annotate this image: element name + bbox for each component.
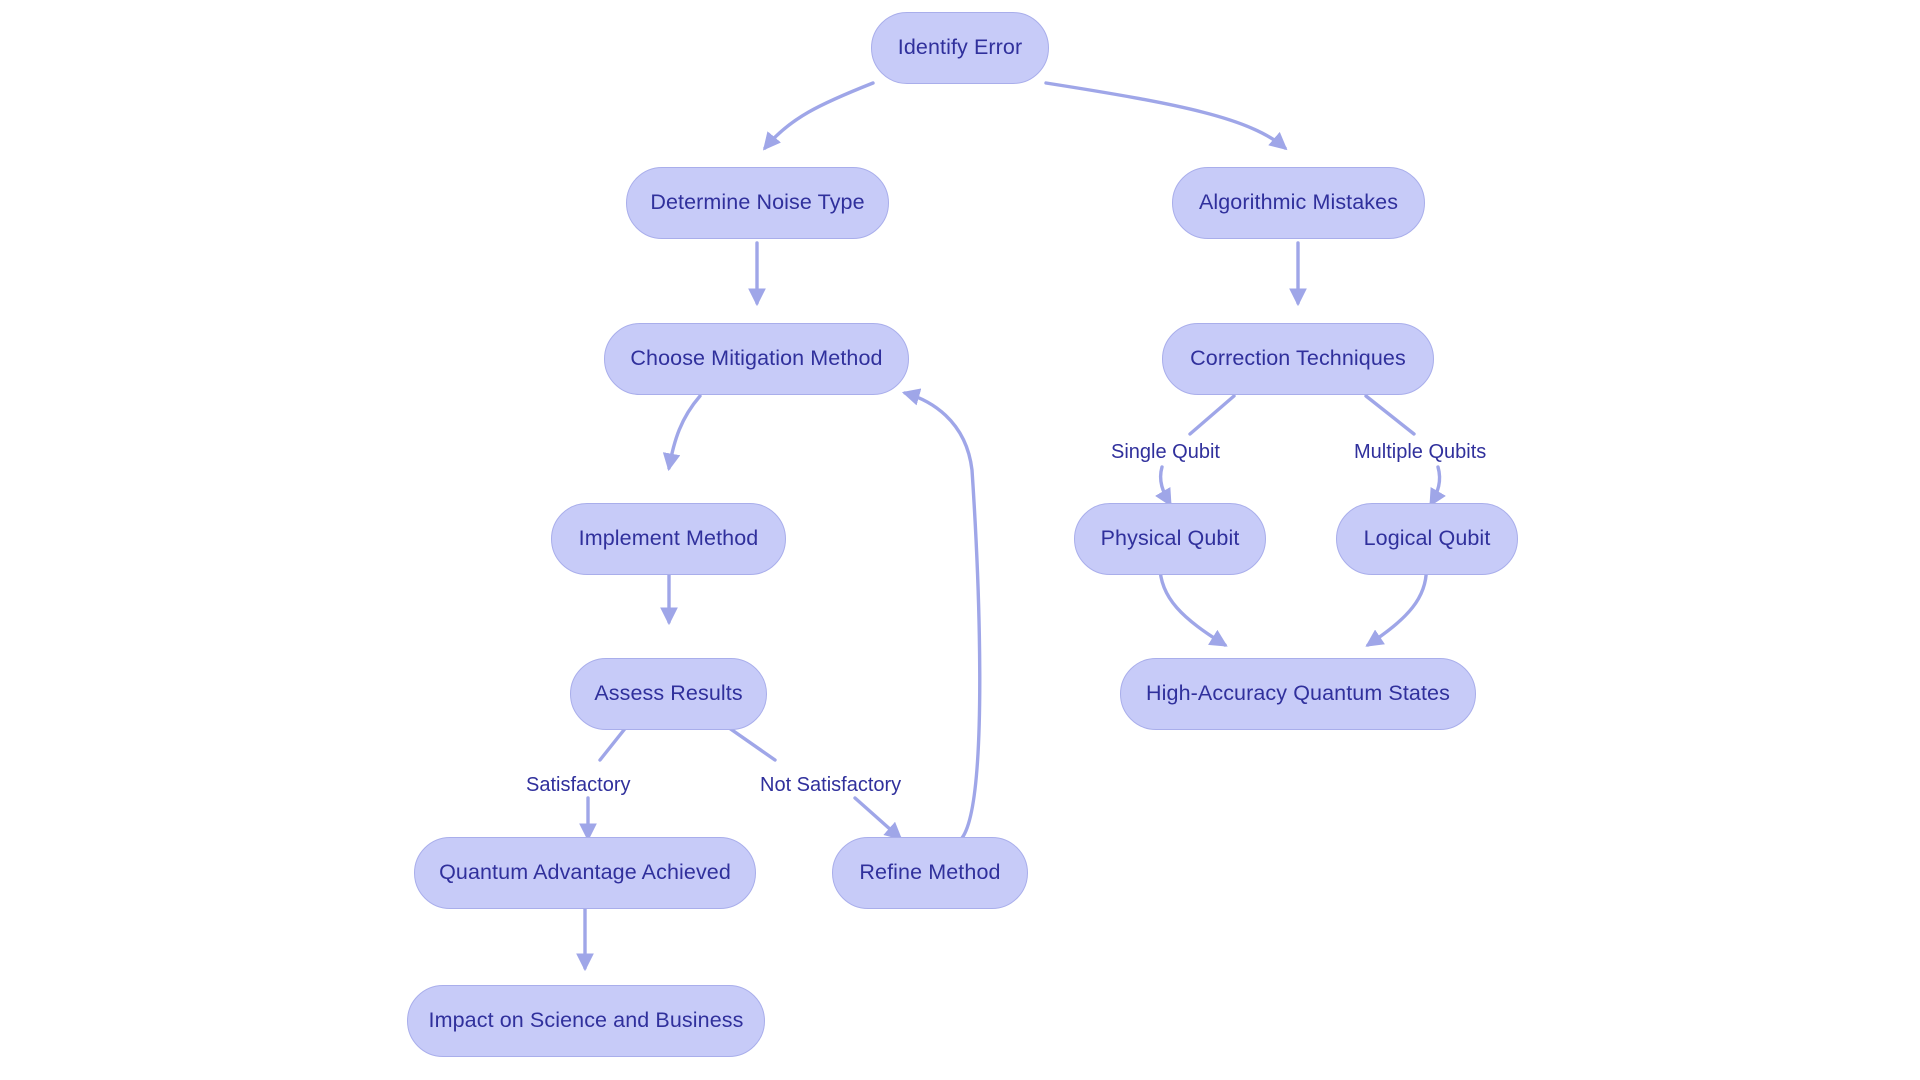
node-logical-qubit-label: Logical Qubit (1363, 526, 1491, 551)
node-logical-qubit[interactable]: Logical Qubit (1336, 503, 1518, 575)
edge-correction-techniques-to-physical-qubit-arrow (1161, 468, 1170, 482)
node-correction-techniques-label: Correction Techniques (1190, 346, 1406, 371)
edge-correction-techniques-to-logical-qubit (1364, 394, 1416, 436)
edge-label-multiple-qubits: Multiple Qubits (1354, 441, 1487, 463)
edge-refine-method-to-choose-mitigation-method (901, 388, 982, 840)
node-determine-noise-type[interactable]: Determine Noise Type (626, 167, 889, 239)
edge-correction-techniques-to-physical-qubit (1188, 394, 1236, 436)
node-assess-results[interactable]: Assess Results (570, 658, 767, 730)
node-impact-on-science-and-business-label: Impact on Science and Business (428, 1008, 744, 1033)
node-implement-method[interactable]: Implement Method (551, 503, 786, 575)
flowchart-canvas: Identify Error Determine Noise Type Algo… (0, 0, 1920, 1080)
node-choose-mitigation-method[interactable]: Choose Mitigation Method (604, 323, 909, 395)
edge-single-qubit-arrow-segment (1155, 465, 1172, 507)
edge-label-satisfactory: Satisfactory (526, 774, 631, 796)
edge-label-not-satisfactory: Not Satisfactory (760, 774, 902, 796)
edge-identify-error-to-determine-noise-type (762, 81, 875, 151)
node-physical-qubit[interactable]: Physical Qubit (1074, 503, 1266, 575)
node-identify-error[interactable]: Identify Error (871, 12, 1049, 84)
edge-identify-error-to-algorithmic-mistakes (1044, 81, 1288, 151)
node-high-accuracy-quantum-states-label: High-Accuracy Quantum States (1146, 681, 1450, 706)
node-high-accuracy-quantum-states[interactable]: High-Accuracy Quantum States (1120, 658, 1476, 730)
node-algorithmic-mistakes-label: Algorithmic Mistakes (1198, 190, 1399, 215)
node-assess-results-label: Assess Results (594, 681, 743, 706)
node-physical-qubit-label: Physical Qubit (1100, 526, 1240, 551)
node-refine-method-label: Refine Method (859, 860, 1001, 885)
node-choose-mitigation-method-label: Choose Mitigation Method (630, 346, 883, 371)
node-impact-on-science-and-business[interactable]: Impact on Science and Business (407, 985, 765, 1057)
edge-choose-mitigation-method-to-implement-method (662, 394, 702, 472)
node-quantum-advantage-achieved-label: Quantum Advantage Achieved (439, 860, 731, 885)
edge-label-single-qubit: Single Qubit (1111, 441, 1220, 463)
edge-not-satisfactory-arrow-segment (853, 796, 903, 841)
node-quantum-advantage-achieved[interactable]: Quantum Advantage Achieved (414, 837, 756, 909)
node-correction-techniques[interactable]: Correction Techniques (1162, 323, 1434, 395)
edge-layer (576, 81, 1446, 972)
node-determine-noise-type-label: Determine Noise Type (650, 190, 865, 215)
node-refine-method[interactable]: Refine Method (832, 837, 1028, 909)
node-implement-method-label: Implement Method (578, 526, 759, 551)
node-algorithmic-mistakes[interactable]: Algorithmic Mistakes (1172, 167, 1425, 239)
node-identify-error-label: Identify Error (897, 35, 1023, 60)
edge-multiple-qubits-arrow-segment (1429, 465, 1446, 507)
